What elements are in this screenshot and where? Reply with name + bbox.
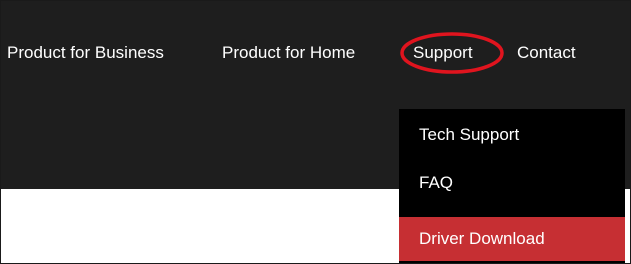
dropdown-item-tech-support[interactable]: Tech Support: [399, 123, 625, 163]
support-dropdown-menu: Tech Support FAQ Driver Download: [399, 109, 625, 263]
dropdown-item-label: Tech Support: [419, 125, 520, 144]
dropdown-item-label: FAQ: [419, 173, 454, 192]
nav-contact[interactable]: Contact: [517, 41, 576, 65]
dropdown-item-faq[interactable]: FAQ: [399, 171, 625, 211]
screenshot-frame: Product for Business Product for Home Su…: [0, 0, 631, 264]
nav-product-for-business[interactable]: Product for Business: [7, 41, 164, 65]
nav-product-for-home[interactable]: Product for Home: [222, 41, 355, 65]
nav-support[interactable]: Support: [413, 41, 473, 65]
dropdown-item-label: Driver Download: [419, 229, 545, 248]
dropdown-item-driver-download[interactable]: Driver Download: [399, 217, 625, 261]
